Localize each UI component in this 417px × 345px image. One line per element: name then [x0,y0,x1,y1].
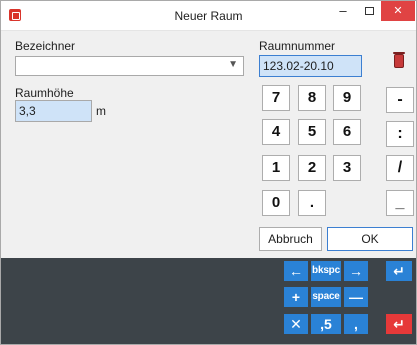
backspace-key[interactable]: bkspc [311,261,341,281]
arrow-right-key[interactable]: → [344,261,368,281]
raumnummer-label: Raumnummer [259,39,336,53]
half-key[interactable]: ,5 [311,314,341,334]
enter-key[interactable]: ↵ [386,261,412,281]
key-colon[interactable]: : [386,121,414,147]
key-3[interactable]: 3 [333,155,361,181]
key-6[interactable]: 6 [333,119,361,145]
bezeichner-combobox[interactable]: ▼ [15,56,244,76]
key-0[interactable]: 0 [262,190,290,216]
minimize-button[interactable]: – [329,1,357,21]
key-5[interactable]: 5 [298,119,326,145]
key-underscore[interactable]: _ [386,190,414,216]
key-decimal[interactable]: . [298,190,326,216]
raumhoehe-unit: m [96,104,106,118]
clear-key[interactable]: ✕ [284,314,308,334]
new-room-dialog: Neuer Raum – ✕ Bezeichner ▼ Raumhöhe 3,3… [0,0,417,345]
plus-key[interactable]: + [284,287,308,307]
key-slash[interactable]: / [386,155,414,181]
raumhoehe-input[interactable]: 3,3 [15,100,92,122]
cancel-button[interactable]: Abbruch [259,227,322,251]
close-button[interactable]: ✕ [381,1,415,21]
key-8[interactable]: 8 [298,85,326,111]
space-key[interactable]: space [311,287,341,307]
maximize-button[interactable] [355,1,383,21]
arrow-left-key[interactable]: ← [284,261,308,281]
onscreen-keyboard: ← bkspc → ↵ + space — ✕ ,5 , ↵ [1,258,416,344]
key-9[interactable]: 9 [333,85,361,111]
enter-confirm-key[interactable]: ↵ [386,314,412,334]
chevron-down-icon[interactable]: ▼ [228,59,238,70]
comma-key[interactable]: , [344,314,368,334]
ok-button[interactable]: OK [327,227,413,251]
title-bar: Neuer Raum – ✕ [1,1,416,31]
key-4[interactable]: 4 [262,119,290,145]
key-2[interactable]: 2 [298,155,326,181]
maximize-icon [364,7,374,15]
key-minus[interactable]: - [386,87,414,113]
trash-icon[interactable] [393,52,405,68]
dash-key[interactable]: — [344,287,368,307]
bezeichner-label: Bezeichner [15,39,76,53]
key-7[interactable]: 7 [262,85,290,111]
raumhoehe-label: Raumhöhe [15,86,74,100]
key-1[interactable]: 1 [262,155,290,181]
raumnummer-input[interactable]: 123.02-20.10 [259,55,362,77]
